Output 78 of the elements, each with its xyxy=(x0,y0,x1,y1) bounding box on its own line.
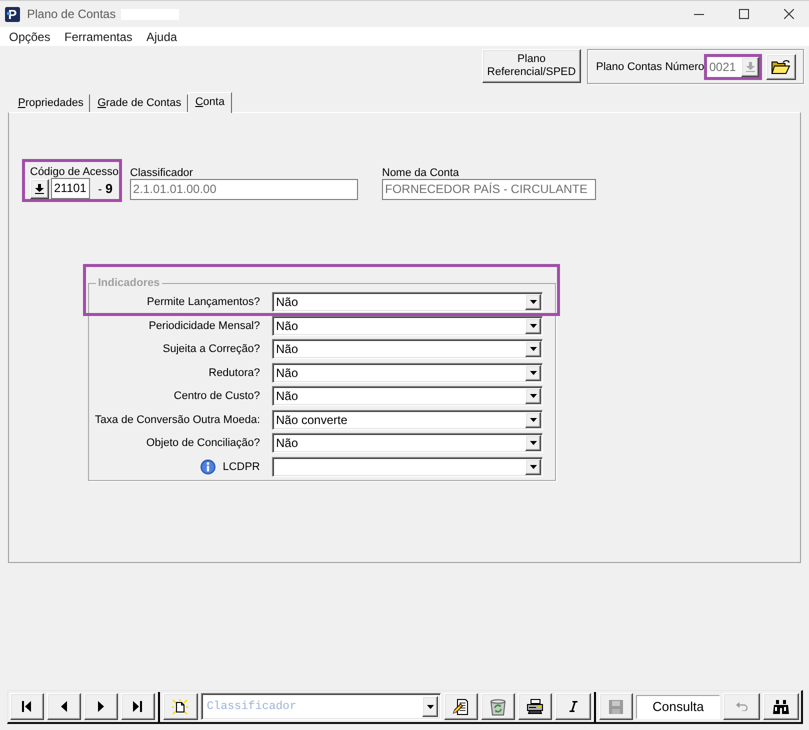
recycle-bin-icon xyxy=(490,698,506,716)
combo-box[interactable]: Classificador xyxy=(200,693,442,720)
triangle-right-icon xyxy=(98,701,104,712)
printer-icon xyxy=(526,699,544,714)
dropdown-button[interactable] xyxy=(525,388,541,404)
menu-item[interactable]: Opções xyxy=(2,27,58,46)
close-icon xyxy=(784,9,794,19)
delete-button[interactable] xyxy=(481,693,516,720)
next-record-button[interactable] xyxy=(84,693,118,720)
check-digit: - 9 xyxy=(98,181,113,196)
menu-item[interactable]: Ajuda xyxy=(139,27,184,46)
field-label: Periodicidade Mensal? xyxy=(148,320,260,332)
caret-icon xyxy=(530,394,536,398)
field-label: Centro de Custo? xyxy=(174,390,260,402)
field-label: LCDPR xyxy=(222,460,260,472)
dropdown-field[interactable]: Não xyxy=(272,362,543,382)
previous-record-button[interactable] xyxy=(46,693,81,720)
skip-last-icon xyxy=(133,701,142,712)
group-title: Indicadores xyxy=(97,277,161,290)
caret-icon xyxy=(530,347,536,351)
dropdown-button[interactable] xyxy=(525,364,541,380)
undo-icon xyxy=(736,702,748,711)
mode-display: Consulta xyxy=(636,694,720,718)
field-label: Plano Contas Número xyxy=(596,60,704,72)
field-label: Código de Acesso xyxy=(30,166,119,178)
caret-icon xyxy=(426,704,434,708)
edit-button[interactable] xyxy=(444,693,478,720)
field-label: Classificador xyxy=(130,167,194,179)
window-title: Plano de Contas xyxy=(27,7,116,21)
field-label: Permite Lançamentos? xyxy=(146,296,260,308)
dropdown-button[interactable] xyxy=(525,318,541,334)
field-label: Objeto de Conciliação? xyxy=(146,437,260,449)
search-input[interactable]: Classificador xyxy=(204,696,422,717)
document-pencil-icon xyxy=(452,698,470,716)
lookup-button[interactable] xyxy=(30,178,49,198)
code-field[interactable]: 21101 xyxy=(51,178,90,199)
down-arrow-icon xyxy=(35,184,44,194)
caret-icon xyxy=(530,418,536,422)
dropdown-button[interactable] xyxy=(525,341,541,357)
field-label: Taxa de Conversão Outra Moeda: xyxy=(94,414,260,426)
dropdown-button[interactable] xyxy=(422,696,438,717)
dropdown-field[interactable] xyxy=(272,456,543,476)
field-label: Sujeita a Correção? xyxy=(162,343,260,355)
menu-item[interactable]: Ferramentas xyxy=(57,27,140,46)
open-folder-icon xyxy=(771,58,792,74)
dropdown-field[interactable]: Não xyxy=(272,292,543,312)
dropdown-button[interactable] xyxy=(525,412,541,428)
caret-icon xyxy=(530,300,536,304)
binoculars-icon xyxy=(773,700,790,714)
caret-icon xyxy=(530,324,536,328)
dropdown-field[interactable]: Não converte xyxy=(272,410,543,430)
caret-icon xyxy=(530,370,536,374)
field-label: Nome da Conta xyxy=(382,167,460,179)
dropdown-field[interactable]: Não xyxy=(272,316,543,336)
dropdown-field[interactable]: Não xyxy=(272,433,543,453)
caret-icon xyxy=(530,464,536,468)
dropdown-field[interactable]: Não xyxy=(272,386,543,406)
maximize-icon xyxy=(738,9,748,19)
plano-referencial-button[interactable]: Plano Referencial/SPED xyxy=(482,49,581,83)
dropdown-field[interactable]: Não xyxy=(272,339,543,359)
triangle-left-icon xyxy=(60,701,67,712)
first-record-button[interactable] xyxy=(10,693,44,720)
down-arrow-icon xyxy=(746,62,755,72)
dropdown-button[interactable] xyxy=(525,435,541,451)
dropdown-button[interactable] xyxy=(525,458,541,474)
field-label: Redutora? xyxy=(208,366,260,378)
new-record-button[interactable] xyxy=(162,693,198,720)
italic-icon xyxy=(568,701,578,712)
dropdown-button[interactable] xyxy=(525,294,541,310)
skip-first-icon xyxy=(22,701,32,712)
caret-icon xyxy=(530,441,536,445)
italic-button[interactable] xyxy=(555,693,592,720)
last-record-button[interactable] xyxy=(120,693,155,720)
sparkle-document-icon xyxy=(172,698,188,714)
tab[interactable]: Conta xyxy=(188,92,232,113)
open-button[interactable] xyxy=(766,54,796,80)
find-button[interactable] xyxy=(763,693,799,720)
print-button[interactable] xyxy=(518,693,552,720)
